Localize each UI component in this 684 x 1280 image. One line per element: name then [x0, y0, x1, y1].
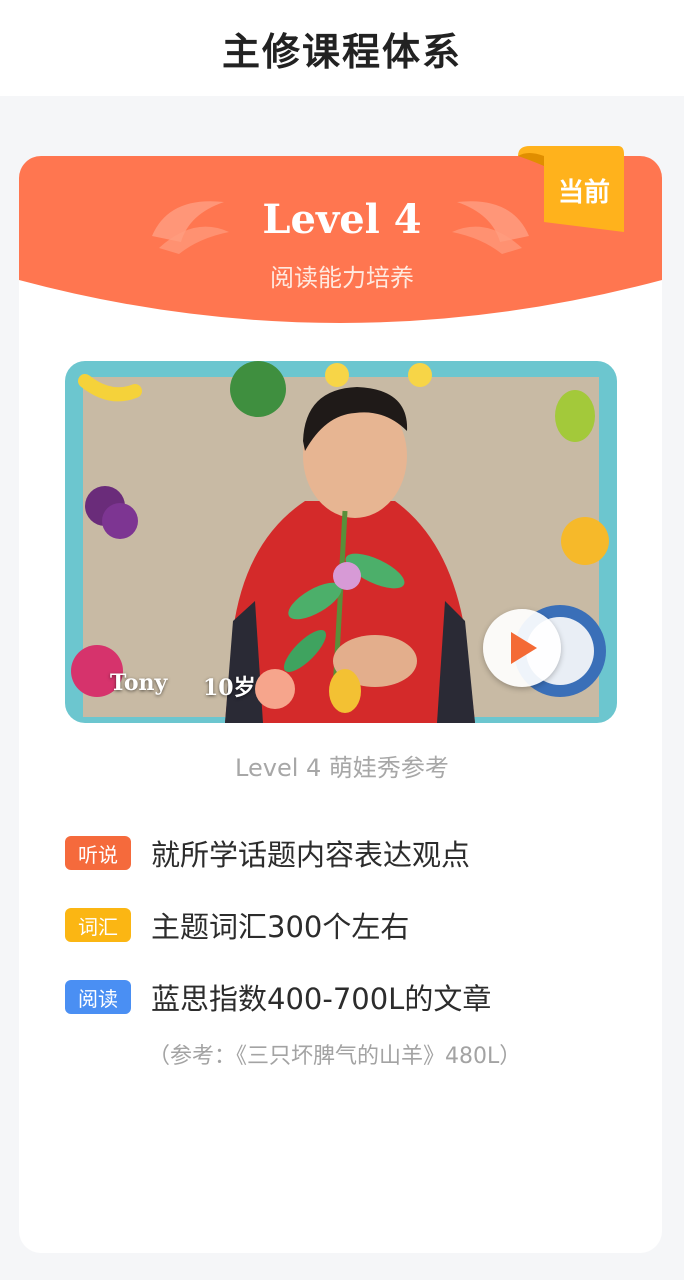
play-button[interactable]: [483, 609, 561, 687]
skill-tag: 阅读: [65, 980, 131, 1014]
skill-text: 主题词汇300个左右: [151, 910, 410, 944]
top-bar: 主修课程体系: [0, 0, 684, 96]
current-badge: 当前: [557, 178, 610, 208]
skill-text: 蓝思指数400-700L的文章: [151, 982, 492, 1016]
skill-row-listening: 听说 就所学话题内容表达观点: [65, 832, 470, 874]
level-subtitle: 阅读能力培养: [270, 264, 414, 292]
skill-tag: 词汇: [65, 908, 131, 942]
child-name: Tony: [110, 670, 168, 696]
skill-row-reading: 阅读 蓝思指数400-700L的文章: [65, 976, 491, 1018]
page-title: 主修课程体系: [221, 29, 462, 74]
skill-text: 就所学话题内容表达观点: [151, 838, 471, 872]
play-icon: [511, 632, 537, 664]
skill-tag: 听说: [65, 836, 131, 870]
reading-reference: （参考：《三只坏脾气的山羊》480L）: [148, 1044, 522, 1069]
skill-row-vocabulary: 词汇 主题词汇300个左右: [65, 904, 409, 946]
child-age: 10岁: [203, 675, 256, 701]
video-caption: Level 4 萌娃秀参考: [235, 754, 449, 782]
